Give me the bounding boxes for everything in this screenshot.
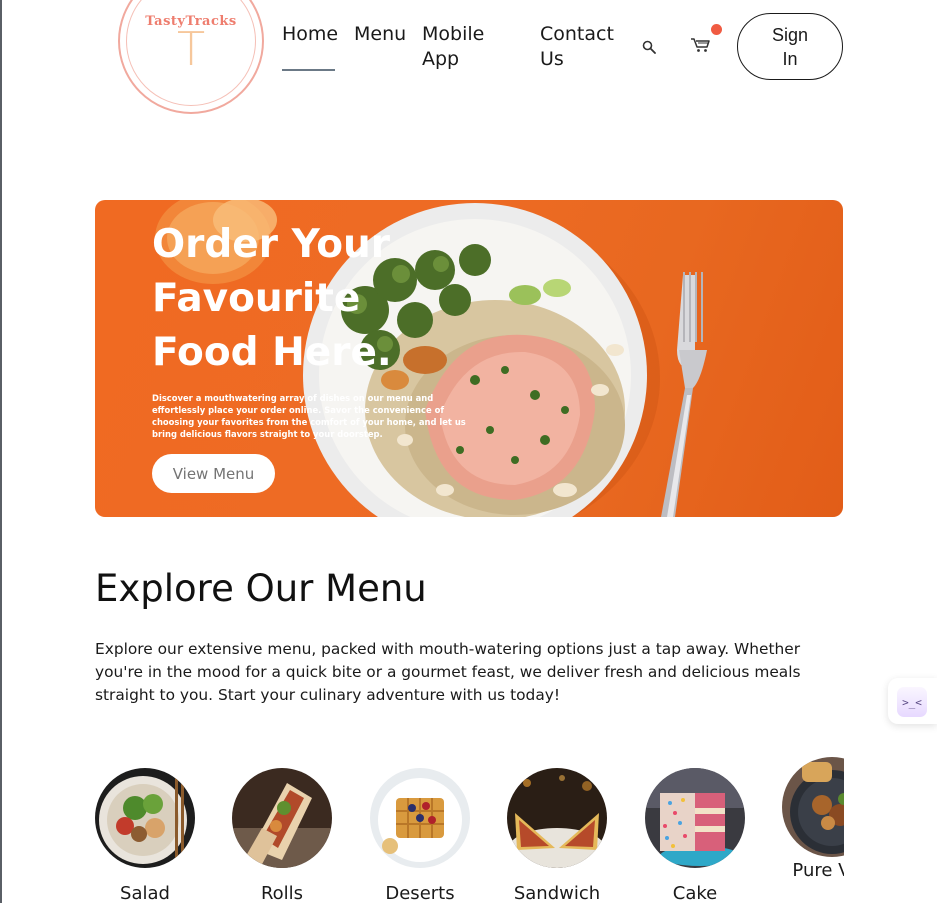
nav-active-underline <box>282 69 335 71</box>
brand-logo-letter: T <box>176 22 206 76</box>
sandwich-image <box>507 768 607 868</box>
hero-title: Order Your Favourite Food Here. <box>152 222 392 375</box>
category-label: Rolls <box>260 883 304 904</box>
nav-contact-us[interactable]: Contact Us <box>540 22 620 72</box>
cart-icon[interactable] <box>690 36 712 54</box>
pure-veg-image <box>782 757 844 857</box>
nav-home[interactable]: Home <box>282 22 338 47</box>
nav-mobile-app[interactable]: Mobile App <box>422 22 502 72</box>
category-label: Pure Veg <box>792 860 844 881</box>
category-rolls[interactable]: Rolls <box>232 768 332 904</box>
brand-logo[interactable]: TastyTracks T <box>118 0 264 114</box>
hero-banner: Order Your Favourite Food Here. Discover… <box>95 200 843 517</box>
deserts-image <box>370 768 470 868</box>
category-salad[interactable]: Salad <box>95 768 195 904</box>
category-label: Sandwich <box>513 883 601 904</box>
assistant-icon: >_< <box>897 687 927 717</box>
view-menu-button[interactable]: View Menu <box>152 454 275 493</box>
assistant-widget[interactable]: >_< <box>888 678 937 724</box>
salad-image <box>95 768 195 868</box>
category-cake[interactable]: Cake <box>645 768 745 904</box>
search-icon[interactable] <box>642 40 656 54</box>
cake-image <box>645 768 745 868</box>
category-label: Cake <box>672 883 718 904</box>
category-deserts[interactable]: Deserts <box>370 768 470 904</box>
hero-description: Discover a mouthwatering array of dishes… <box>152 393 466 439</box>
window-edge <box>0 0 2 903</box>
rolls-image <box>232 768 332 868</box>
cart-notification-dot <box>711 24 722 35</box>
sign-in-button[interactable]: Sign In <box>737 13 843 80</box>
category-pure-veg[interactable]: Pure Veg <box>782 757 844 881</box>
explore-menu-title: Explore Our Menu <box>95 567 427 610</box>
category-sandwich[interactable]: Sandwich <box>507 768 607 904</box>
explore-menu-description: Explore our extensive menu, packed with … <box>95 640 801 704</box>
nav-menu[interactable]: Menu <box>354 22 406 47</box>
category-label: Deserts <box>385 883 455 904</box>
category-pure-veg-clip: Pure Veg <box>782 745 844 903</box>
category-label: Salad <box>120 883 170 904</box>
